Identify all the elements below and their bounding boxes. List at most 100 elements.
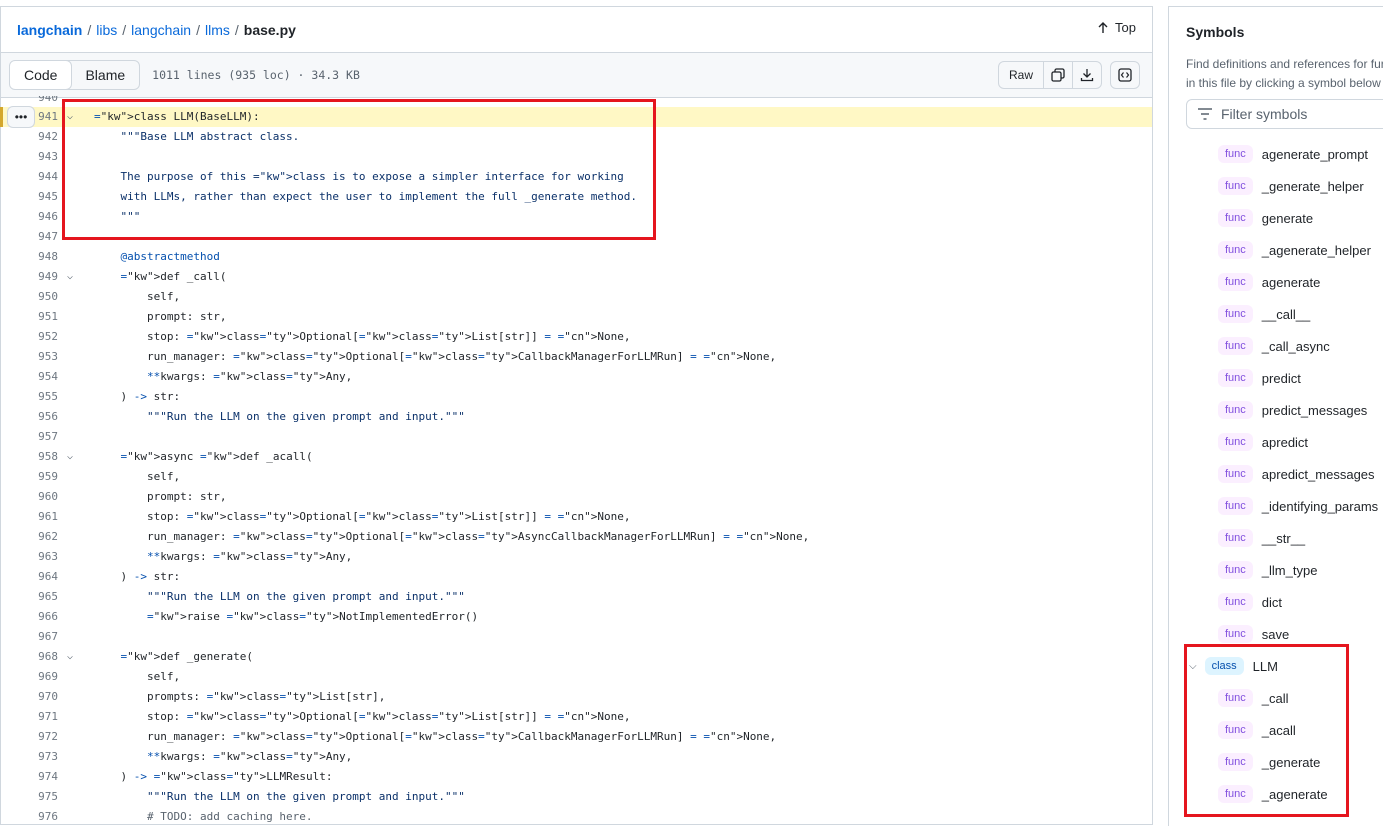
line-number[interactable]: 962 <box>1 527 58 547</box>
chevron-down-icon[interactable]: ⌵ <box>67 107 73 127</box>
line-number[interactable]: 975 <box>1 787 58 807</box>
code-line: 950 self, <box>1 287 1152 307</box>
line-number[interactable]: 966 <box>1 607 58 627</box>
symbol-item[interactable]: func apredict <box>1218 429 1308 455</box>
line-number[interactable]: 950 <box>1 287 58 307</box>
line-number[interactable]: 971 <box>1 707 58 727</box>
view-mode-toggle: Code Blame <box>9 60 141 90</box>
chevron-down-icon[interactable]: ⌵ <box>67 647 73 667</box>
line-number[interactable]: 946 <box>1 207 58 227</box>
line-options-button[interactable]: ••• <box>7 106 35 128</box>
code-text: ) -> str: <box>94 570 181 583</box>
symbol-kind-badge: func <box>1218 753 1253 771</box>
symbol-kind-badge: func <box>1218 785 1253 803</box>
breadcrumb-repo-link[interactable]: langchain <box>17 22 82 38</box>
filter-symbols-input[interactable]: Filter symbols <box>1186 99 1383 129</box>
code-text: prompt: str, <box>94 310 227 323</box>
code-text: ="kw">raise ="kw">class="ty">NotImplemen… <box>146 610 479 623</box>
symbol-item[interactable]: func agenerate <box>1218 269 1320 295</box>
line-number[interactable]: 943 <box>1 147 58 167</box>
breadcrumb-separator: / <box>234 21 239 38</box>
line-number[interactable]: 967 <box>1 627 58 647</box>
line-number[interactable]: 963 <box>1 547 58 567</box>
symbol-kind-badge: func <box>1218 593 1253 611</box>
symbol-name: apredict <box>1261 434 1309 450</box>
symbols-panel-button[interactable] <box>1110 61 1140 89</box>
line-number[interactable]: 952 <box>1 327 58 347</box>
chevron-down-icon[interactable]: ⌵ <box>1189 661 1197 672</box>
copy-icon <box>1051 68 1065 82</box>
chevron-down-icon[interactable]: ⌵ <box>67 267 73 287</box>
line-number[interactable]: 944 <box>1 167 58 187</box>
chevron-down-icon[interactable]: ⌵ <box>67 447 73 467</box>
symbol-item[interactable]: func apredict_messages <box>1218 461 1375 487</box>
code-line: 962 run_manager: ="kw">class="ty">Option… <box>1 527 1152 547</box>
line-number[interactable]: 949 <box>1 267 58 287</box>
code-line: 944 The purpose of this ="kw">class is t… <box>1 167 1152 187</box>
code-tab[interactable]: Code <box>10 61 73 89</box>
symbol-item[interactable]: func _identifying_params <box>1218 493 1378 519</box>
symbol-item[interactable]: func _llm_type <box>1218 557 1317 583</box>
code-line: 941 ⌵ ="kw">class LLM(BaseLLM): <box>1 107 1152 127</box>
symbol-item[interactable]: func dict <box>1218 589 1282 615</box>
line-number[interactable]: 957 <box>1 427 58 447</box>
line-number[interactable]: 965 <box>1 587 58 607</box>
symbol-item[interactable]: func generate <box>1218 205 1313 231</box>
symbol-name: _acall <box>1261 722 1296 738</box>
line-number[interactable]: 954 <box>1 367 58 387</box>
breadcrumb-llms-link[interactable]: llms <box>205 22 230 38</box>
download-button[interactable] <box>1073 62 1101 88</box>
symbol-item[interactable]: func _generate_helper <box>1218 173 1364 199</box>
breadcrumb-langchain-link[interactable]: langchain <box>131 22 191 38</box>
code-line: 958 ⌵ ="kw">async ="kw">def _acall( <box>1 447 1152 467</box>
symbol-item[interactable]: func predict <box>1218 365 1301 391</box>
symbol-item[interactable]: func __call__ <box>1218 301 1310 327</box>
line-number[interactable]: 942 <box>1 127 58 147</box>
line-number[interactable]: 974 <box>1 767 58 787</box>
raw-button[interactable]: Raw <box>999 62 1044 88</box>
line-number[interactable]: 956 <box>1 407 58 427</box>
line-number[interactable]: 969 <box>1 667 58 687</box>
line-number[interactable]: 947 <box>1 227 58 247</box>
code-text: run_manager: ="kw">class="ty">Optional[=… <box>94 530 810 543</box>
symbol-name: predict_messages <box>1261 402 1368 418</box>
breadcrumb-separator: / <box>87 21 92 38</box>
blame-tab[interactable]: Blame <box>71 61 139 89</box>
symbol-item[interactable]: func _call <box>1218 685 1289 711</box>
code-line: 952 stop: ="kw">class="ty">Optional[="kw… <box>1 327 1152 347</box>
symbols-panel: Symbols Find definitions and references … <box>1168 6 1383 826</box>
code-line: 948 @abstractmethod <box>1 247 1152 267</box>
line-number[interactable]: 961 <box>1 507 58 527</box>
symbol-item[interactable]: func agenerate_prompt <box>1218 141 1368 167</box>
line-number[interactable]: 970 <box>1 687 58 707</box>
line-number[interactable]: 948 <box>1 247 58 267</box>
symbol-name: __str__ <box>1261 530 1306 546</box>
line-number[interactable]: 964 <box>1 567 58 587</box>
symbol-item[interactable]: func _agenerate <box>1218 781 1328 807</box>
symbol-name: _agenerate_helper <box>1261 242 1371 258</box>
symbol-item[interactable]: func _acall <box>1218 717 1296 743</box>
top-button[interactable]: Top <box>1097 20 1136 35</box>
symbol-item[interactable]: func save <box>1218 621 1289 647</box>
line-number[interactable]: 972 <box>1 727 58 747</box>
line-number[interactable]: 960 <box>1 487 58 507</box>
line-number[interactable]: 958 <box>1 447 58 467</box>
symbol-item[interactable]: func _generate <box>1218 749 1320 775</box>
line-number[interactable]: 955 <box>1 387 58 407</box>
line-number[interactable]: 976 <box>1 807 58 824</box>
file-meta: 1011 lines (935 loc) · 34.3 KB <box>152 68 360 82</box>
symbol-item[interactable]: func _agenerate_helper <box>1218 237 1371 263</box>
line-number[interactable]: 973 <box>1 747 58 767</box>
breadcrumb-libs-link[interactable]: libs <box>96 22 117 38</box>
line-number[interactable]: 968 <box>1 647 58 667</box>
line-number[interactable]: 951 <box>1 307 58 327</box>
symbol-item[interactable]: func predict_messages <box>1218 397 1367 423</box>
code-text: ) -> str: <box>94 390 181 403</box>
symbol-item[interactable]: func _call_async <box>1218 333 1330 359</box>
line-number[interactable]: 953 <box>1 347 58 367</box>
symbol-item[interactable]: ⌵ class LLM <box>1189 653 1278 679</box>
line-number[interactable]: 945 <box>1 187 58 207</box>
symbol-item[interactable]: func __str__ <box>1218 525 1305 551</box>
line-number[interactable]: 959 <box>1 467 58 487</box>
copy-button[interactable] <box>1044 62 1073 88</box>
